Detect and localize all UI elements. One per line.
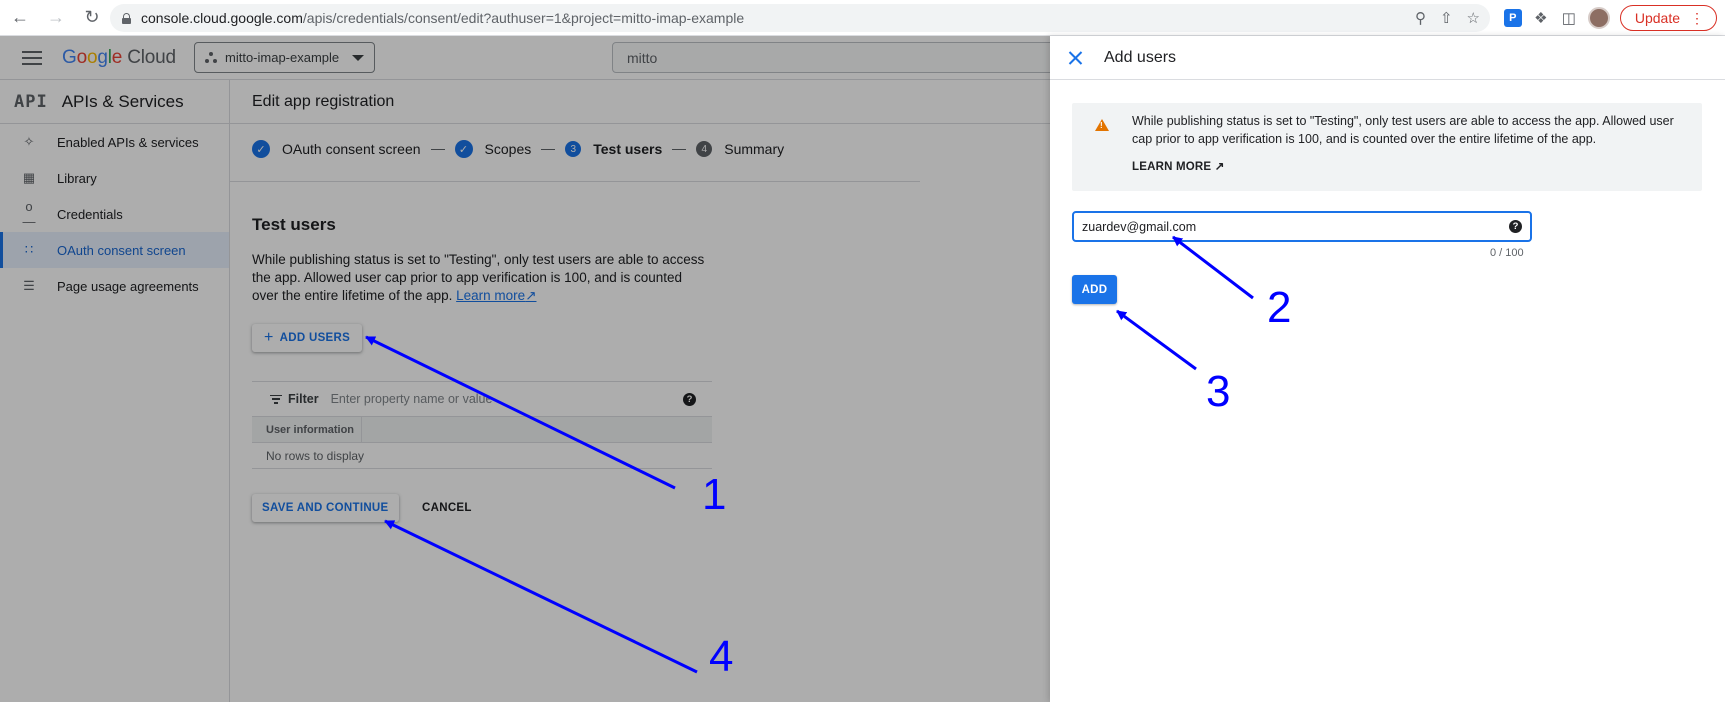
email-input[interactable]: zuardev@gmail.com ? [1072, 211, 1532, 242]
more-vert-icon: ⋮ [1690, 9, 1704, 26]
url-text: console.cloud.google.com/apis/credential… [141, 10, 745, 26]
share-icon[interactable]: ⇧ [1440, 9, 1453, 27]
learn-more-link[interactable]: LEARN MORE ↗ [1132, 159, 1225, 173]
update-button[interactable]: Update ⋮ [1619, 5, 1717, 31]
puzzle-icon[interactable]: ❖ [1532, 9, 1550, 27]
reload-icon[interactable]: ↻ [76, 2, 108, 34]
extension-icon[interactable]: P [1503, 9, 1522, 27]
testing-notice: While publishing status is set to "Testi… [1072, 103, 1702, 191]
back-arrow-icon[interactable]: ← [4, 2, 36, 34]
browser-toolbar: ← → ↻ console.cloud.google.com/apis/cred… [0, 0, 1725, 36]
add-users-panel: Add users While publishing status is set… [1050, 36, 1725, 702]
address-bar[interactable]: console.cloud.google.com/apis/credential… [110, 4, 1490, 32]
close-icon[interactable] [1064, 46, 1088, 70]
notice-text: While publishing status is set to "Testi… [1132, 114, 1674, 146]
add-button[interactable]: ADD [1072, 275, 1117, 304]
forward-arrow-icon[interactable]: → [40, 2, 72, 34]
warning-icon [1095, 119, 1109, 131]
panel-title: Add users [1104, 48, 1177, 66]
bookmark-star-icon[interactable]: ☆ [1467, 9, 1480, 27]
side-panel-icon[interactable]: ◫ [1560, 9, 1578, 27]
lock-icon [122, 12, 131, 24]
modal-scrim[interactable] [0, 36, 1050, 702]
character-counter: 0 / 100 [1490, 247, 1524, 259]
external-link-icon: ↗ [1214, 161, 1225, 173]
profile-avatar[interactable] [1587, 7, 1610, 29]
help-icon[interactable]: ? [1509, 220, 1522, 233]
zoom-icon[interactable]: ⚲ [1415, 9, 1426, 27]
